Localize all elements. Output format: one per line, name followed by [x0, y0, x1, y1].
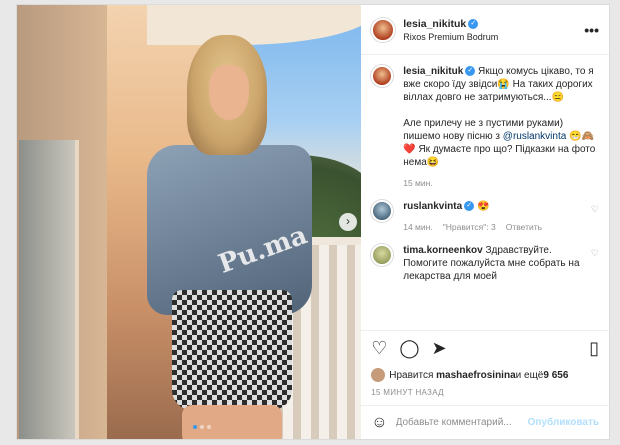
like-icon[interactable]: ♡: [371, 338, 387, 359]
photo-legs: [182, 405, 282, 439]
liker-username[interactable]: mashaefrosinina: [436, 370, 515, 381]
post-header: lesia_nikituk ✓ Rixos Premium Bodrum •••: [361, 5, 609, 55]
verified-icon: ✓: [465, 66, 476, 77]
reply-button[interactable]: Ответить: [506, 221, 542, 234]
location-link[interactable]: Rixos Premium Bodrum: [403, 32, 498, 42]
mention-link[interactable]: @ruslankvinta: [503, 131, 567, 142]
photo-person: Pu.ma: [137, 35, 312, 439]
author-avatar[interactable]: [371, 17, 396, 42]
comment-username[interactable]: tima.korneenkov: [403, 245, 482, 256]
verified-icon: ✓: [464, 201, 475, 212]
comment-likes[interactable]: "Нравится": 3: [443, 221, 496, 234]
photo-skirt: [172, 290, 292, 410]
author-info: lesia_nikituk ✓ Rixos Premium Bodrum: [403, 18, 498, 42]
photo-door: [19, 140, 79, 439]
more-options-icon[interactable]: •••: [584, 22, 599, 38]
commenter-avatar[interactable]: [371, 200, 394, 222]
caption-time: 15 мин.: [403, 178, 433, 188]
caption-body: lesia_nikituk ✓ Якщо комусь цікаво, то я …: [403, 65, 599, 190]
carousel-dots: [193, 425, 211, 429]
comment-username[interactable]: ruslankvinta: [403, 201, 462, 212]
publish-button[interactable]: Опубликовать: [528, 417, 599, 428]
liker-avatar[interactable]: [371, 368, 386, 382]
emoji-icon[interactable]: ☺: [371, 414, 387, 432]
likes-summary: Нравится mashaefrosinina и ещё 9 656: [361, 366, 609, 384]
posted-time: 15 МИНУТ НАЗАД: [371, 388, 444, 397]
comment-item: tima.korneenkov Здравствуйте. Помогите п…: [371, 244, 599, 283]
comment-input[interactable]: [395, 417, 528, 428]
likes-count[interactable]: 9 656: [543, 370, 568, 381]
likes-suffix: и ещё: [515, 369, 544, 381]
comment-text: 😍: [476, 201, 490, 212]
comment-meta: 14 мин. "Нравится": 3 Ответить: [403, 221, 585, 234]
share-icon[interactable]: ➤: [432, 338, 447, 359]
caption: lesia_nikituk ✓ Якщо комусь цікаво, то я …: [371, 65, 599, 190]
verified-icon: ✓: [468, 18, 479, 29]
comment-time: 14 мин.: [403, 222, 433, 232]
caption-username[interactable]: lesia_nikituk: [403, 66, 463, 77]
comment-like-icon[interactable]: ♡: [591, 204, 599, 234]
next-photo-button[interactable]: ›: [339, 213, 357, 231]
post-sidebar: lesia_nikituk ✓ Rixos Premium Bodrum ••• …: [361, 5, 609, 439]
caption-avatar[interactable]: [371, 65, 394, 87]
post-photo[interactable]: Pu.ma ›: [17, 5, 362, 439]
action-bar: ♡ ◯ ➤ ▯: [361, 330, 609, 366]
comment-like-icon[interactable]: ♡: [591, 248, 599, 283]
comment-body: tima.korneenkov Здравствуйте. Помогите п…: [403, 244, 585, 283]
bookmark-icon[interactable]: ▯: [589, 338, 599, 359]
comment-item: ruslankvinta ✓ 😍 14 мин. "Нравится": 3 От…: [371, 200, 599, 234]
comment-body: ruslankvinta ✓ 😍 14 мин. "Нравится": 3 От…: [403, 200, 585, 234]
carousel-dot: [193, 425, 197, 429]
carousel-dot: [200, 425, 204, 429]
author-username[interactable]: lesia_nikituk: [403, 18, 466, 30]
instagram-post: Pu.ma › lesia_nikituk ✓ Rixos Premium Bod…: [16, 4, 610, 440]
comments-list[interactable]: lesia_nikituk ✓ Якщо комусь цікаво, то я …: [361, 55, 609, 330]
caption-meta: 15 мин.: [403, 177, 599, 190]
photo-face: [209, 65, 249, 120]
carousel-dot: [207, 425, 211, 429]
likes-prefix: Нравится: [389, 369, 434, 381]
comment-icon[interactable]: ◯: [399, 338, 419, 359]
commenter-avatar[interactable]: [371, 244, 394, 266]
add-comment-bar: ☺ Опубликовать: [361, 405, 609, 439]
